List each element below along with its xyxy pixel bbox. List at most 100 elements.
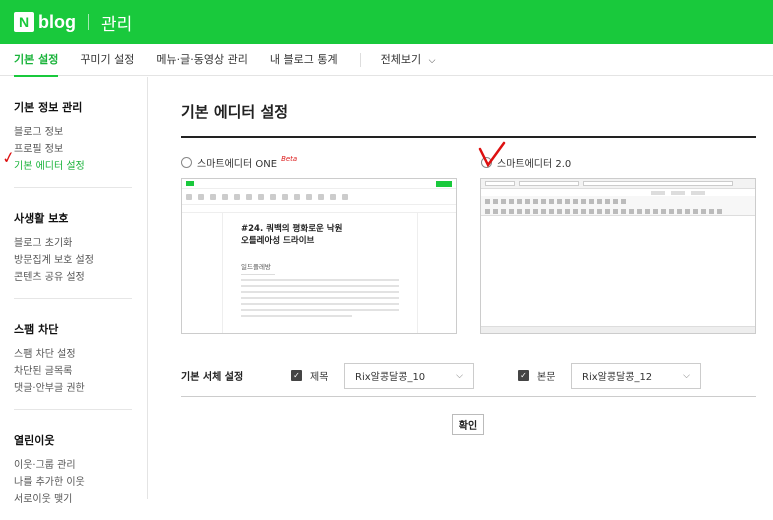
preview2-toolbar-row [481, 206, 755, 216]
tool-icon [509, 208, 514, 214]
sidebar-item-spam-block[interactable]: 스팸 차단 설정 [14, 346, 132, 363]
tool-icon [597, 198, 602, 204]
body-font-select[interactable]: Rix알콩달콩_12 ⌵ [571, 362, 701, 389]
preview-format-bar [182, 205, 456, 213]
preview-text-line [241, 291, 399, 293]
sidebar-item-content-share[interactable]: 콘텐츠 공유 설정 [14, 269, 132, 286]
tool-icon [621, 198, 626, 204]
preview-document: #24. 쿼백의 평화로운 낙원 오를레아성 드라이브 일드플레방 [222, 213, 418, 333]
sidebar-item-blog-info[interactable]: 블로그 정보 [14, 124, 132, 141]
tool-icon [533, 208, 538, 214]
sidebar-group-title: 스팸 차단 [14, 323, 59, 336]
preview-publish-button [436, 180, 452, 187]
sidebar-group-title: 열린이웃 [14, 434, 55, 447]
tool-icon [517, 198, 522, 204]
tab-view-all[interactable]: 전체보기 ⌵ [381, 44, 436, 76]
title-font-value: Rix알콩달콩_10 [355, 372, 426, 383]
body-font-checkbox[interactable]: ✓ [518, 370, 529, 381]
sidebar-group-neighbors: 열린이웃 이웃·그룹 관리 나를 추가한 이웃 서로이웃 맺기 [14, 410, 132, 520]
preview2-field [485, 181, 515, 186]
preview2-field [519, 181, 579, 186]
tool-icon [270, 193, 276, 200]
preview-heading-1: #24. 쿼백의 평화로운 낙원 [241, 224, 343, 234]
page-header-title: 관리 [101, 14, 133, 35]
tool-icon [605, 208, 610, 214]
tab-blog-stats[interactable]: 내 블로그 통계 [270, 44, 338, 76]
title-font-select[interactable]: Rix알콩달콩_10 ⌵ [344, 362, 474, 389]
tool-icon [565, 198, 570, 204]
tool-icon [557, 198, 562, 204]
tool-icon [613, 208, 618, 214]
sidebar-item-profile-info[interactable]: 프로필 정보 [14, 141, 132, 158]
preview2-header [481, 179, 755, 189]
chevron-down-icon: ⌵ [428, 55, 436, 66]
sidebar-item-mutual-neighbor[interactable]: 서로이웃 맺기 [14, 491, 132, 508]
font-setting-label: 기본 서체 설정 [181, 372, 244, 383]
preview2-footer [481, 326, 755, 333]
sidebar: 기본 정보 관리 블로그 정보 프로필 정보 기본 에디터 설정 사생활 보호 … [0, 77, 148, 505]
editor-one-radio[interactable] [181, 157, 192, 168]
beta-badge: Beta [281, 154, 298, 163]
editor-one-preview[interactable]: #24. 쿼백의 평화로운 낙원 오를레아성 드라이브 일드플레방 [181, 178, 457, 334]
tool-icon [709, 208, 714, 214]
tool-icon [258, 193, 264, 200]
tool-icon [645, 208, 650, 214]
tool-icon [669, 208, 674, 214]
blog-logo[interactable]: blog [38, 12, 76, 33]
tool-icon [501, 198, 506, 204]
preview2-tab [651, 191, 665, 195]
tab-basic-settings[interactable]: 기본 설정 [14, 44, 59, 77]
preview-subheading: 일드플레방 [241, 261, 275, 275]
editor-one-option[interactable]: 스마트에디터 ONE Beta [181, 155, 297, 170]
sidebar-item-added-me[interactable]: 나를 추가한 이웃 [14, 474, 132, 491]
tool-icon [597, 208, 602, 214]
preview-top-bar [182, 179, 456, 189]
tool-icon [637, 208, 642, 214]
confirm-button[interactable]: 확인 [452, 414, 484, 435]
preview2-toolbar [481, 196, 755, 216]
tool-icon [573, 198, 578, 204]
tool-icon [613, 198, 618, 204]
preview-logo-icon [186, 181, 194, 186]
tab-divider [359, 52, 361, 67]
tool-icon [605, 198, 610, 204]
preview2-tabs [481, 189, 755, 196]
sidebar-group-privacy: 사생활 보호 블로그 초기화 방문집계 보호 설정 콘텐츠 공유 설정 [14, 188, 132, 299]
red-check-annotation-2 [478, 141, 506, 168]
top-bar: N blog 관리 [0, 0, 773, 44]
tool-icon [661, 208, 666, 214]
sidebar-group-title: 사생활 보호 [14, 212, 69, 225]
tool-icon [589, 198, 594, 204]
tool-icon [565, 208, 570, 214]
tab-design-settings[interactable]: 꾸미기 설정 [80, 44, 134, 76]
sidebar-group-spam: 스팸 차단 스팸 차단 설정 차단된 글목록 댓글·안부글 권한 [14, 299, 132, 410]
sidebar-item-blocked-posts[interactable]: 차단된 글목록 [14, 363, 132, 380]
tab-menu-post-video[interactable]: 메뉴·글·동영상 관리 [156, 44, 247, 76]
top-tabs: 기본 설정 꾸미기 설정 메뉴·글·동영상 관리 내 블로그 통계 전체보기 ⌵ [0, 44, 773, 77]
tool-icon [210, 193, 216, 200]
tool-icon [517, 208, 522, 214]
tool-icon [541, 208, 546, 214]
sidebar-item-neighbor-group[interactable]: 이웃·그룹 관리 [14, 457, 132, 474]
tool-icon [541, 198, 546, 204]
preview-text-line [241, 279, 399, 281]
editor-2-preview[interactable] [480, 178, 756, 334]
preview2-field [583, 181, 733, 186]
sidebar-item-comment-permission[interactable]: 댓글·안부글 권한 [14, 380, 132, 397]
tool-icon [493, 198, 498, 204]
title-font-checkbox[interactable]: ✓ [291, 370, 302, 381]
sidebar-item-visit-count-protect[interactable]: 방문집계 보호 설정 [14, 252, 132, 269]
tool-icon [485, 198, 490, 204]
tool-icon [549, 208, 554, 214]
tool-icon [330, 193, 336, 200]
tool-icon [186, 193, 192, 200]
sidebar-item-editor-settings[interactable]: 기본 에디터 설정 [14, 158, 132, 175]
naver-logo-icon[interactable]: N [14, 12, 34, 32]
tool-icon [573, 208, 578, 214]
chevron-down-icon: ⌵ [683, 370, 690, 381]
tool-icon [717, 208, 722, 214]
tool-icon [549, 198, 554, 204]
sidebar-item-blog-reset[interactable]: 블로그 초기화 [14, 235, 132, 252]
chevron-down-icon: ⌵ [456, 370, 463, 381]
tool-icon [701, 208, 706, 214]
